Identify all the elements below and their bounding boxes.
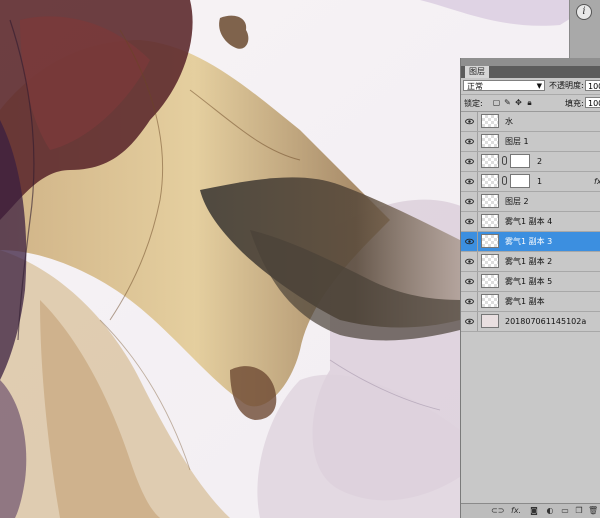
- eye-icon[interactable]: [465, 217, 474, 226]
- eye-icon[interactable]: [465, 177, 474, 186]
- layer-thumbnail[interactable]: [481, 254, 499, 268]
- eye-icon[interactable]: [465, 137, 474, 146]
- layer-row[interactable]: 2: [461, 152, 600, 172]
- layer-name: 雾气1 副本 3: [505, 237, 553, 246]
- eye-icon[interactable]: [465, 277, 474, 286]
- row-divider: [477, 152, 478, 171]
- fill-input[interactable]: 100%: [585, 97, 600, 108]
- panel-header: 图层: [461, 66, 600, 78]
- layer-thumbnail[interactable]: [481, 134, 499, 148]
- row-divider: [477, 112, 478, 131]
- layers-panel: 图层 正常 ▼ 不透明度: 100% 锁定: ▢ ✎ ✥ 🔒︎ 填充: 100%…: [460, 58, 600, 518]
- layer-row[interactable]: 图层 1: [461, 132, 600, 152]
- layer-row[interactable]: 雾气1 副本 3: [461, 232, 600, 252]
- layer-row[interactable]: 雾气1 副本 2: [461, 252, 600, 272]
- layer-thumbnail[interactable]: [481, 214, 499, 228]
- layer-row[interactable]: 201807061145102a: [461, 312, 600, 332]
- layer-row[interactable]: 雾气1 副本 4: [461, 212, 600, 232]
- layer-name: 2: [537, 157, 543, 166]
- blend-row: 正常 ▼ 不透明度: 100%: [461, 78, 600, 95]
- lock-brush-icon[interactable]: ✎: [503, 98, 512, 107]
- opacity-input[interactable]: 100%: [585, 80, 600, 91]
- layer-row[interactable]: 雾气1 副本 5: [461, 272, 600, 292]
- layer-name: 图层 1: [505, 137, 529, 146]
- eye-icon[interactable]: [465, 317, 474, 326]
- delete-layer-icon[interactable]: 🗑︎: [588, 506, 598, 516]
- lock-label: 锁定:: [464, 99, 483, 108]
- layer-thumbnail[interactable]: [481, 114, 499, 128]
- new-group-icon[interactable]: ▭: [560, 506, 570, 516]
- layer-mask-thumbnail[interactable]: [510, 154, 530, 168]
- lock-row: 锁定: ▢ ✎ ✥ 🔒︎ 填充: 100%: [461, 95, 600, 112]
- layer-name: 1: [537, 177, 543, 186]
- link-layers-icon[interactable]: ⊂⊃: [491, 506, 504, 516]
- row-divider: [477, 312, 478, 331]
- right-toolbar-strip: i: [569, 0, 600, 58]
- new-layer-icon[interactable]: ❐: [574, 506, 584, 516]
- row-divider: [477, 172, 478, 191]
- adjustment-layer-icon[interactable]: ◐: [545, 506, 555, 516]
- fx-icon[interactable]: fx.: [511, 506, 521, 516]
- blend-mode-value: 正常: [467, 82, 483, 91]
- row-divider: [477, 132, 478, 151]
- add-mask-icon[interactable]: ◙: [529, 506, 539, 516]
- chain-link-icon[interactable]: [502, 176, 507, 185]
- panel-tab-strip: [461, 58, 600, 66]
- layers-list: 水图层 1 2 1 fx 图层 2 雾气1 副本 4 雾气1 副本 3 雾气1 副本 2 雾气1…: [461, 112, 600, 332]
- row-divider: [477, 252, 478, 271]
- blend-mode-select[interactable]: 正常 ▼: [463, 80, 545, 91]
- layer-row[interactable]: 图层 2: [461, 192, 600, 212]
- layer-thumbnail[interactable]: [481, 314, 499, 328]
- layer-thumbnail[interactable]: [481, 154, 499, 168]
- row-divider: [477, 292, 478, 311]
- row-divider: [477, 232, 478, 251]
- layer-name: 雾气1 副本 5: [505, 277, 553, 286]
- fill-label: 填充:: [565, 99, 584, 108]
- chevron-down-icon: ▼: [536, 82, 542, 90]
- eye-icon[interactable]: [465, 257, 474, 266]
- opacity-label: 不透明度:: [549, 81, 584, 90]
- info-icon[interactable]: i: [576, 4, 592, 20]
- layer-thumbnail[interactable]: [481, 294, 499, 308]
- layer-name: 201807061145102a: [505, 317, 587, 326]
- layer-thumbnail[interactable]: [481, 174, 499, 188]
- layer-name: 水: [505, 117, 513, 126]
- tab-layers[interactable]: 图层: [465, 66, 489, 78]
- eye-icon[interactable]: [465, 297, 474, 306]
- layer-thumbnail[interactable]: [481, 194, 499, 208]
- panel-footer: ⊂⊃ fx. ◙ ◐ ▭ ❐ 🗑︎: [461, 503, 600, 518]
- row-divider: [477, 212, 478, 231]
- lock-all-icon[interactable]: 🔒︎: [525, 98, 534, 107]
- layer-name: 雾气1 副本: [505, 297, 545, 306]
- layer-row[interactable]: 水: [461, 112, 600, 132]
- lock-move-icon[interactable]: ✥: [514, 98, 523, 107]
- layer-fx-badge[interactable]: fx: [594, 172, 600, 191]
- layer-name: 雾气1 副本 2: [505, 257, 553, 266]
- chain-link-icon[interactable]: [502, 156, 507, 165]
- row-divider: [477, 192, 478, 211]
- eye-icon[interactable]: [465, 197, 474, 206]
- layer-thumbnail[interactable]: [481, 234, 499, 248]
- layer-mask-thumbnail[interactable]: [510, 174, 530, 188]
- layer-row[interactable]: 雾气1 副本: [461, 292, 600, 312]
- eye-icon[interactable]: [465, 117, 474, 126]
- layer-row[interactable]: 1 fx: [461, 172, 600, 192]
- row-divider: [477, 272, 478, 291]
- eye-icon[interactable]: [465, 157, 474, 166]
- layer-thumbnail[interactable]: [481, 274, 499, 288]
- lock-transparent-icon[interactable]: ▢: [492, 98, 501, 107]
- layer-name: 雾气1 副本 4: [505, 217, 553, 226]
- eye-icon[interactable]: [465, 237, 474, 246]
- layer-name: 图层 2: [505, 197, 529, 206]
